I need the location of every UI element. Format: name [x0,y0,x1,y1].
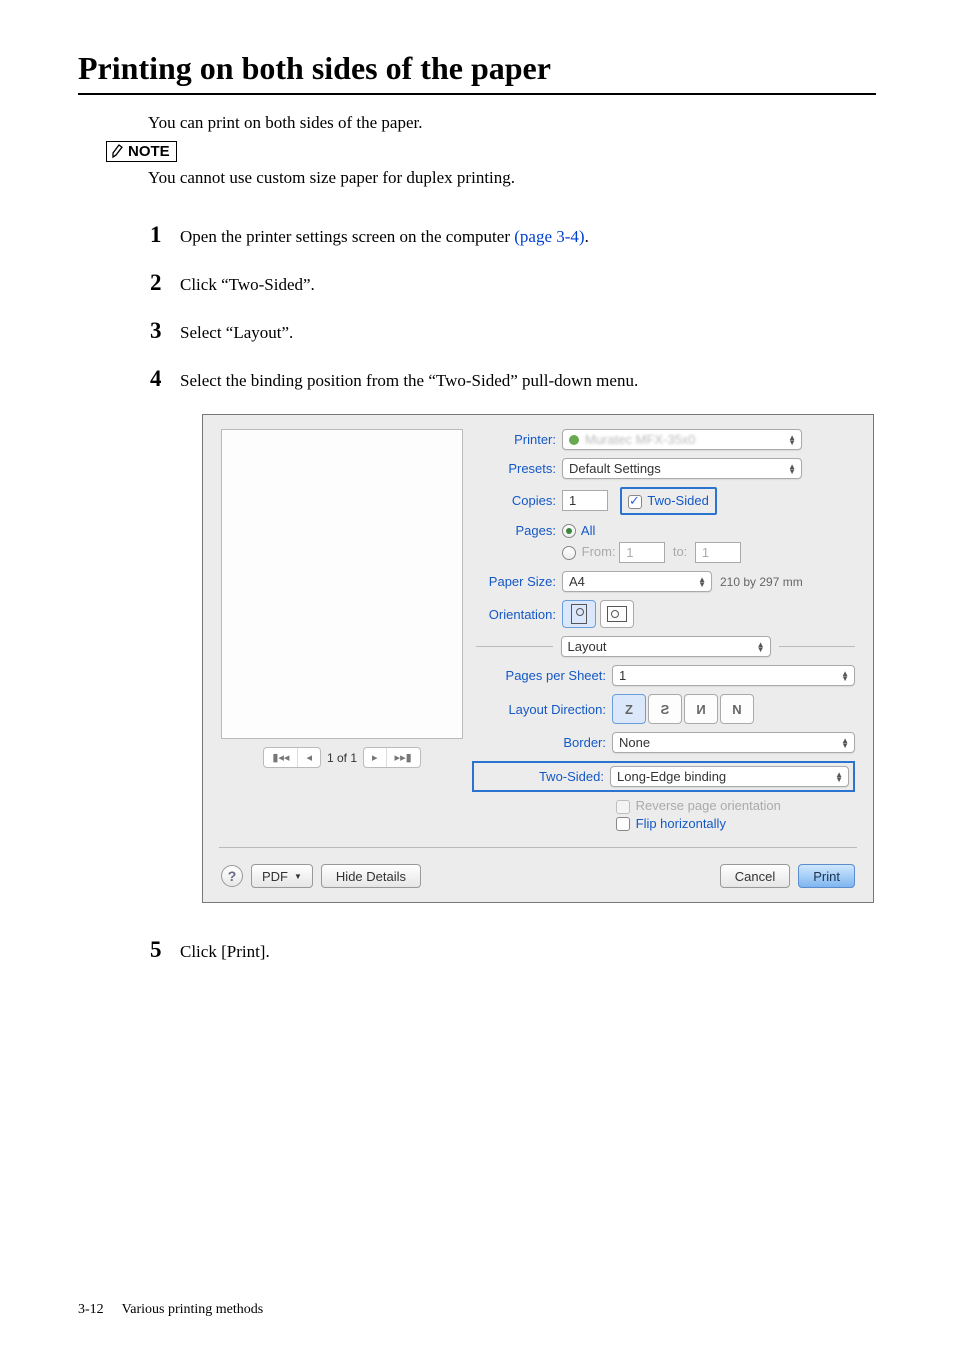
border-value: None [619,735,650,750]
pages-to-label: to: [673,544,687,559]
pencil-icon [111,144,124,159]
chevron-updown-icon: ▲▼ [833,671,848,681]
section-select-value: Layout [568,639,607,654]
preview-prev-button[interactable]: ◂ [298,748,320,767]
preview-last-button[interactable]: ▸▸▮ [387,748,420,767]
paper-size-value: A4 [569,574,585,589]
layout-direction-label: Layout Direction: [476,702,606,717]
step-1-text-b: . [585,227,589,246]
step-number: 2 [150,270,180,296]
pages-from-label: From: [582,544,616,559]
note-body: You cannot use custom size paper for dup… [148,168,876,188]
presets-value: Default Settings [569,461,661,476]
chevron-updown-icon: ▲▼ [833,738,848,748]
flip-horizontally-checkbox[interactable] [616,817,630,831]
layout-direction-4-button[interactable]: N [720,694,754,724]
step-number: 4 [150,366,180,392]
flip-horizontally-label: Flip horizontally [636,816,726,831]
pages-to-input[interactable]: 1 [695,542,741,563]
chevron-updown-icon: ▲▼ [690,577,705,587]
printer-label: Printer: [476,432,556,447]
border-select[interactable]: None ▲▼ [612,732,855,753]
step-2-text: Click “Two-Sided”. [180,275,315,295]
print-button[interactable]: Print [798,864,855,888]
copies-label: Copies: [476,493,556,508]
preview-first-button[interactable]: ▮◂◂ [264,748,298,767]
step-1: 1 Open the printer settings screen on th… [150,222,876,248]
chevron-updown-icon: ▲▼ [749,642,764,652]
section-select[interactable]: Layout ▲▼ [561,636,771,657]
pdf-button-label: PDF [262,869,288,884]
note-label-box: NOTE [106,141,177,162]
pages-all-label: All [581,523,595,538]
page-ref-link[interactable]: (page 3-4) [514,227,584,246]
two-sided-checkbox-label: Two-Sided [647,493,708,508]
paper-size-dimensions: 210 by 297 mm [720,575,803,589]
chevron-updown-icon: ▲▼ [780,435,795,445]
presets-select[interactable]: Default Settings ▲▼ [562,458,802,479]
chevron-down-icon: ▼ [294,872,302,881]
pdf-menu-button[interactable]: PDF ▼ [251,864,313,888]
two-sided-checkbox[interactable] [628,495,642,509]
step-3-text: Select “Layout”. [180,323,293,343]
preview-nav: ▮◂◂ ◂ 1 of 1 ▸ ▸▸▮ [221,747,463,768]
paper-size-label: Paper Size: [476,574,556,589]
orientation-portrait-button[interactable] [562,600,596,628]
page-title: Printing on both sides of the paper [78,50,876,95]
footer-page-number: 3-12 [78,1302,104,1318]
orientation-landscape-button[interactable] [600,600,634,628]
paper-size-select[interactable]: A4 ▲▼ [562,571,712,592]
copies-input[interactable]: 1 [562,490,608,511]
help-button[interactable]: ? [221,865,243,887]
border-label: Border: [476,735,606,750]
step-4: 4 Select the binding position from the “… [150,366,876,392]
orientation-label: Orientation: [476,607,556,622]
step-5-text: Click [Print]. [180,942,270,962]
step-3: 3 Select “Layout”. [150,318,876,344]
step-5: 5 Click [Print]. [150,937,876,963]
print-dialog: ▮◂◂ ◂ 1 of 1 ▸ ▸▸▮ Printer: Muratec MFX-… [202,414,874,903]
two-sided-select-value: Long-Edge binding [617,769,726,784]
reverse-orientation-checkbox[interactable] [616,800,630,814]
pages-all-radio[interactable] [562,524,576,538]
reverse-orientation-label: Reverse page orientation [636,798,781,813]
print-preview-thumbnail [221,429,463,739]
two-sided-row-highlight: Two-Sided: Long-Edge binding ▲▼ [472,761,855,792]
printer-select[interactable]: Muratec MFX-35x0 ▲▼ [562,429,802,450]
hide-details-button[interactable]: Hide Details [321,864,421,888]
printer-status-dot-icon [569,435,579,445]
intro-text: You can print on both sides of the paper… [148,113,876,133]
footer-section-name: Various printing methods [122,1302,264,1318]
layout-direction-2-button[interactable]: Ƨ [648,694,682,724]
pages-per-sheet-select[interactable]: 1 ▲▼ [612,665,855,686]
layout-direction-3-button[interactable]: И [684,694,718,724]
chevron-updown-icon: ▲▼ [780,464,795,474]
pages-label: Pages: [476,523,556,538]
two-sided-select[interactable]: Long-Edge binding ▲▼ [610,766,849,787]
step-2: 2 Click “Two-Sided”. [150,270,876,296]
presets-label: Presets: [476,461,556,476]
pages-range-radio[interactable] [562,546,576,560]
cancel-button[interactable]: Cancel [720,864,790,888]
step-1-text-a: Open the printer settings screen on the … [180,227,514,246]
chevron-updown-icon: ▲▼ [827,772,842,782]
step-number: 1 [150,222,180,248]
printer-name: Muratec MFX-35x0 [585,432,696,447]
step-4-text: Select the binding position from the “Tw… [180,371,638,391]
two-sided-select-label: Two-Sided: [478,769,604,784]
layout-direction-1-button[interactable]: Z [612,694,646,724]
pages-per-sheet-value: 1 [619,668,626,683]
step-number: 5 [150,937,180,963]
two-sided-highlight: Two-Sided [620,487,717,515]
preview-page-count: 1 of 1 [327,751,357,765]
pages-from-input[interactable]: 1 [619,542,665,563]
note-label: NOTE [128,143,170,160]
step-number: 3 [150,318,180,344]
page-footer: 3-12 Various printing methods [78,1302,263,1318]
preview-next-button[interactable]: ▸ [364,748,387,767]
pages-per-sheet-label: Pages per Sheet: [476,668,606,683]
